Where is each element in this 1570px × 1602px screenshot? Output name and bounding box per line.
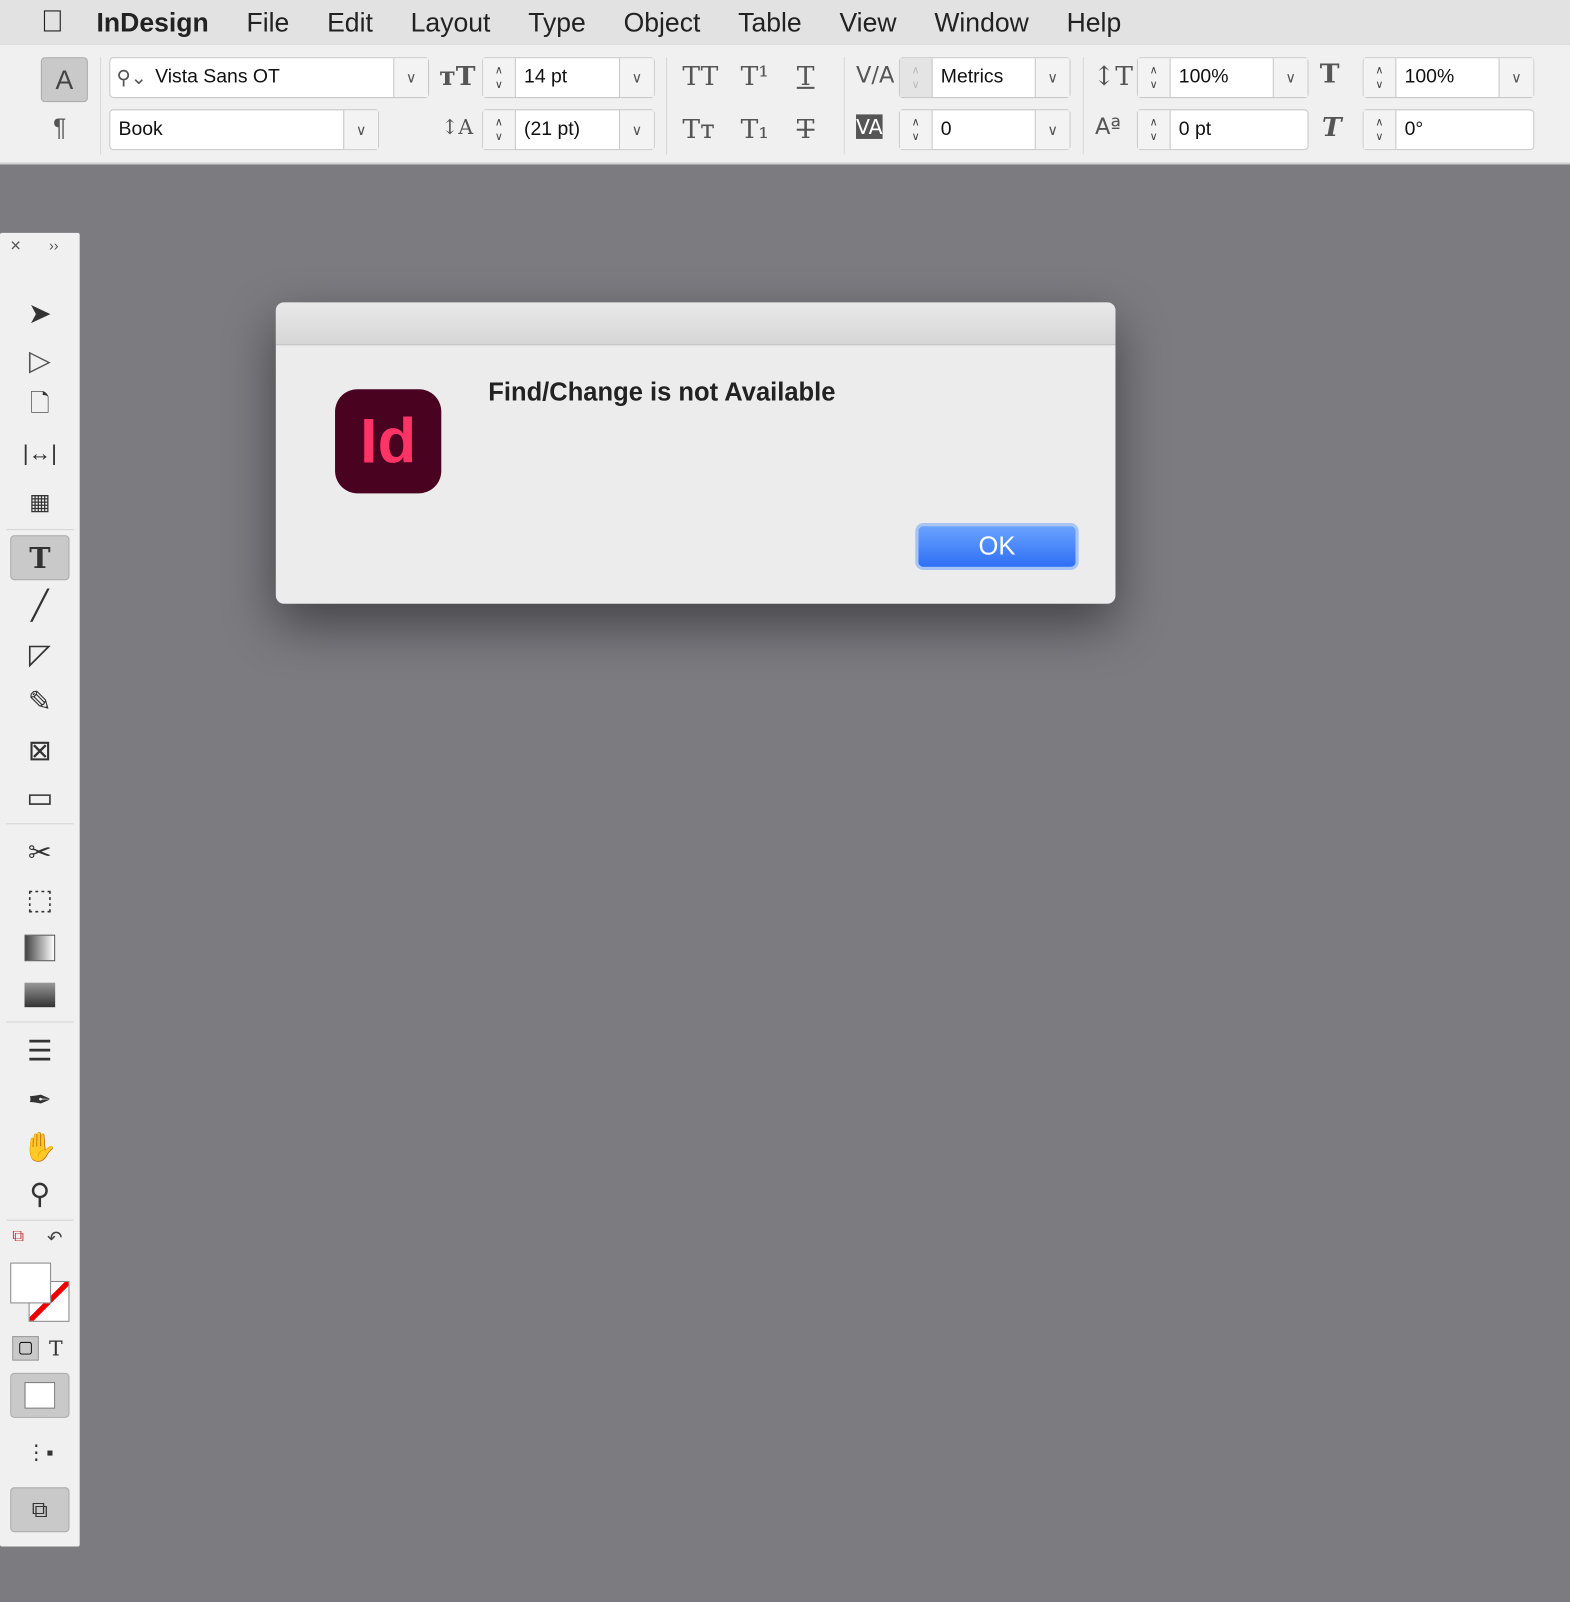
chevron-down-icon[interactable]: ∨ (343, 110, 378, 150)
chevron-down-icon[interactable]: ∨ (1034, 58, 1070, 98)
baseline-shift-field[interactable]: ∧ ∨ 0 pt (1136, 109, 1309, 151)
fill-swatch[interactable] (10, 1262, 52, 1304)
pencil-tool[interactable]: ✎ (10, 678, 69, 723)
tracking-icon: VA (856, 114, 883, 139)
kerning-icon: V/A (856, 63, 895, 89)
screen-mode-button[interactable]: ⧉ (10, 1487, 70, 1533)
pen-tool[interactable]: ◸ (10, 631, 69, 676)
chevron-down-icon[interactable]: ∨ (1034, 110, 1070, 150)
skew-field[interactable]: ∧ ∨ 0° (1362, 109, 1535, 151)
character-mode-button[interactable]: A (40, 57, 88, 103)
apple-icon[interactable]:  (41, 5, 64, 40)
menu-bar:  InDesign File Edit Layout Type Object … (0, 0, 1570, 45)
chevron-down-icon[interactable]: ∨ (1272, 58, 1308, 98)
hand-tool[interactable]: ✋ (10, 1124, 69, 1169)
menu-window[interactable]: Window (934, 7, 1028, 39)
font-size-field[interactable]: ∧ ∨ 14 pt ∨ (482, 57, 655, 99)
horizontal-scale-field[interactable]: ∧ ∨ 100% ∨ (1362, 57, 1535, 99)
formatting-container-button[interactable]: ▢ (12, 1336, 39, 1361)
vertical-scale-icon: ↕T (1093, 61, 1133, 92)
note-tool[interactable]: ☰ (10, 1028, 69, 1073)
chevron-down-icon[interactable]: ∨ (619, 110, 654, 150)
stepper[interactable]: ∧ ∨ (899, 58, 933, 98)
preview-mode-button[interactable]: ⋮▪ (10, 1430, 69, 1475)
search-icon: ⚲⌄ (116, 66, 147, 89)
direct-selection-tool[interactable]: ▷ (10, 337, 69, 382)
swap-fill-stroke-icon[interactable]: ↶ (47, 1228, 62, 1249)
menu-edit[interactable]: Edit (327, 7, 373, 39)
line-tool[interactable]: ╱ (10, 582, 69, 627)
small-caps-icon[interactable]: Tт (682, 114, 714, 145)
menu-table[interactable]: Table (738, 7, 801, 39)
menu-help[interactable]: Help (1067, 7, 1122, 39)
default-fill-stroke-icon[interactable]: ⧉ (12, 1228, 24, 1246)
chevron-down-icon[interactable]: ∨ (393, 58, 429, 98)
page-tool[interactable]: 🗋 (10, 384, 69, 429)
gap-tool[interactable]: |↔| (10, 431, 69, 476)
menu-type[interactable]: Type (528, 7, 586, 39)
font-style-field[interactable]: Book ∨ (109, 109, 379, 151)
menu-view[interactable]: View (839, 7, 896, 39)
horizontal-scale-icon: T (1319, 59, 1340, 90)
content-collector-tool[interactable]: ▦ (10, 480, 69, 525)
stepper[interactable]: ∧ ∨ (1137, 58, 1171, 98)
selection-tool[interactable]: ➤ (10, 290, 69, 335)
paragraph-mode-button[interactable]: ¶ (53, 114, 66, 143)
menu-app[interactable]: InDesign (97, 7, 209, 39)
menu-file[interactable]: File (246, 7, 289, 39)
kerning-field[interactable]: ∧ ∨ Metrics ∨ (898, 57, 1071, 99)
dialog-title-bar (275, 302, 1116, 346)
dialog-message: Find/Change is not Available (488, 377, 836, 407)
tools-panel: × ›› ➤ ▷ 🗋 |↔| ▦ T ╱ ◸ ✎ ⊠ ▭ ✂ ⬚ ☰ ✒ ✋ ⚲… (0, 232, 80, 1547)
chevron-down-icon[interactable]: ∨ (619, 58, 654, 98)
close-icon[interactable]: × (10, 235, 21, 256)
rectangle-tool[interactable]: ▭ (10, 774, 69, 819)
ok-button[interactable]: OK (915, 523, 1079, 570)
expand-icon[interactable]: ›› (49, 237, 59, 253)
stepper[interactable]: ∧ ∨ (1363, 58, 1397, 98)
zoom-tool[interactable]: ⚲ (10, 1171, 69, 1216)
menu-layout[interactable]: Layout (411, 7, 491, 39)
leading-field[interactable]: ∧ ∨ (21 pt) ∨ (482, 109, 655, 151)
chevron-down-icon[interactable]: ∨ (1498, 58, 1534, 98)
font-size-icon: ᴛT (439, 61, 476, 92)
eyedropper-tool[interactable]: ✒ (10, 1077, 69, 1122)
stepper[interactable]: ∧ ∨ (483, 58, 516, 98)
skew-icon: T (1321, 112, 1342, 144)
type-tool[interactable]: T (10, 535, 70, 581)
menu-object[interactable]: Object (624, 7, 701, 39)
indesign-app-icon: Id (335, 389, 442, 494)
stepper[interactable]: ∧ ∨ (1363, 110, 1397, 150)
baseline-shift-icon: Aª (1095, 114, 1122, 140)
rectangle-frame-tool[interactable]: ⊠ (10, 727, 69, 772)
stepper[interactable]: ∧ ∨ (1137, 110, 1171, 150)
free-transform-tool[interactable]: ⬚ (10, 876, 69, 921)
control-panel: A ¶ ⚲⌄ Vista Sans OT ∨ Book ∨ ᴛT ↕A ∧ ∨ 14 pt… (0, 44, 1570, 165)
superscript-icon[interactable]: T¹ (741, 61, 769, 92)
font-family-field[interactable]: ⚲⌄ Vista Sans OT ∨ (109, 57, 430, 99)
formatting-text-button[interactable]: T (49, 1336, 63, 1361)
gradient-feather-tool[interactable] (10, 972, 69, 1017)
subscript-icon[interactable]: T₁ (741, 114, 769, 145)
strikethrough-icon[interactable]: T (797, 114, 815, 145)
alert-dialog: Id Find/Change is not Available OK (275, 302, 1116, 604)
stepper[interactable]: ∧ ∨ (483, 110, 516, 150)
gradient-swatch-tool[interactable] (10, 925, 69, 970)
vertical-scale-field[interactable]: ∧ ∨ 100% ∨ (1136, 57, 1309, 99)
leading-icon: ↕A (441, 114, 474, 139)
scissors-tool[interactable]: ✂ (10, 829, 69, 874)
underline-icon[interactable]: T (797, 61, 815, 92)
stepper[interactable]: ∧ ∨ (899, 110, 933, 150)
tracking-field[interactable]: ∧ ∨ 0 ∨ (898, 109, 1071, 151)
all-caps-icon[interactable]: TT (682, 61, 718, 92)
apply-color-button[interactable] (10, 1372, 70, 1418)
